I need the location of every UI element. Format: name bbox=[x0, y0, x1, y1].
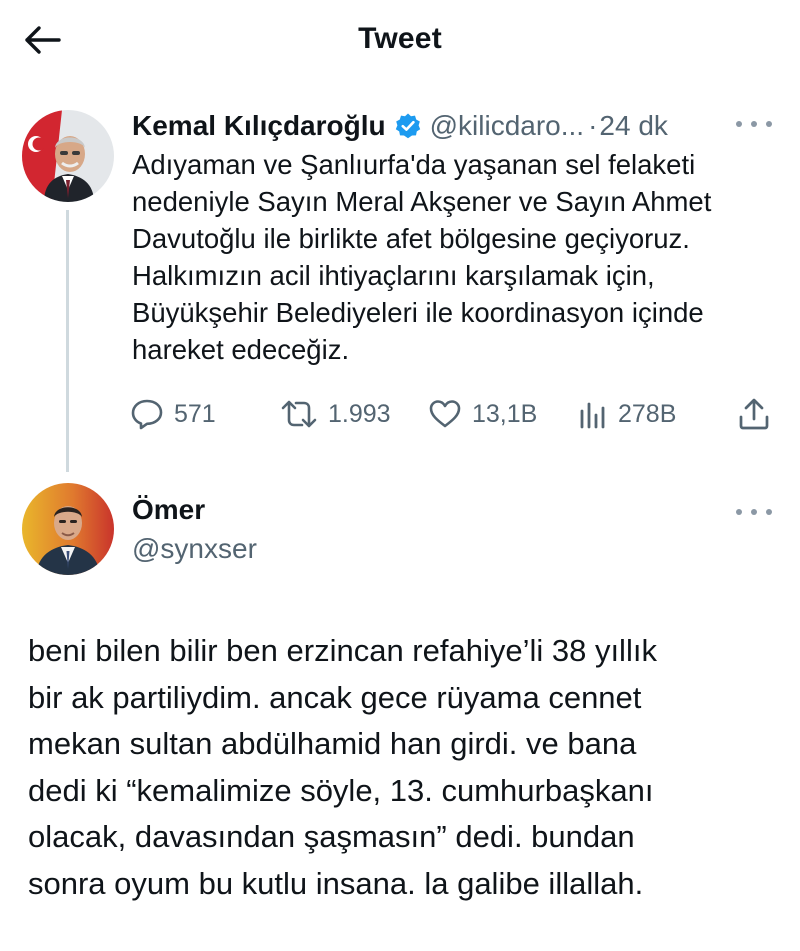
separator-dot: · bbox=[588, 110, 598, 141]
like-button[interactable]: 13,1B bbox=[428, 394, 537, 434]
tweet-text-line: nedeniyle Sayın Meral Akşener ve Sayın A… bbox=[132, 186, 712, 217]
reply-author-avatar[interactable] bbox=[22, 483, 114, 575]
reply-text-line: bir ak partiliydim. ancak gece rüyama ce… bbox=[28, 679, 642, 715]
like-count: 13,1B bbox=[472, 399, 538, 428]
tweet-actions: 571 1.993 13,1B 278B bbox=[130, 394, 775, 434]
thread-connector-line bbox=[66, 210, 69, 472]
tweet-text: Adıyaman ve Şanlıurfa'da yaşanan sel fel… bbox=[132, 146, 782, 368]
verified-badge-icon bbox=[394, 112, 422, 140]
more-dot bbox=[766, 509, 772, 515]
tweet-header: Kemal Kılıçdaroğlu @kilicdaro... · 24 dk bbox=[132, 106, 668, 146]
tweet-text-line: Büyükşehir Belediyeleri ile koordinasyon… bbox=[132, 297, 704, 328]
author-name[interactable]: Kemal Kılıçdaroğlu bbox=[132, 110, 386, 142]
views-button[interactable]: 278B bbox=[578, 394, 676, 434]
reply-text: beni bilen bilir ben erzincan refahiye’l… bbox=[28, 628, 788, 907]
more-dot bbox=[736, 121, 742, 127]
tweet-timestamp[interactable]: 24 dk bbox=[599, 110, 668, 142]
share-icon bbox=[739, 398, 769, 430]
reply-count: 571 bbox=[174, 399, 216, 428]
reply-text-line: beni bilen bilir ben erzincan refahiye’l… bbox=[28, 633, 657, 668]
views-chart-icon bbox=[580, 402, 605, 429]
reply-text-line: mekan sultan abdülhamid han girdi. ve ba… bbox=[28, 726, 637, 761]
reply-text-line: sonra oyum bu kutlu insana. la galibe il… bbox=[28, 865, 644, 901]
retweet-icon bbox=[281, 400, 317, 428]
author-avatar[interactable] bbox=[22, 110, 114, 202]
more-dot bbox=[736, 509, 742, 515]
reply-text-line: olacak, davasından şaşmasın” dedi. bunda… bbox=[28, 819, 635, 854]
author-handle[interactable]: @kilicdaro... bbox=[430, 110, 584, 142]
more-dot bbox=[766, 121, 772, 127]
tweet-more-button[interactable] bbox=[736, 114, 772, 134]
tweet-text-line: Adıyaman ve Şanlıurfa'da yaşanan sel fel… bbox=[132, 149, 696, 180]
share-button[interactable] bbox=[738, 394, 770, 434]
reply-author-name[interactable]: Ömer bbox=[132, 494, 205, 526]
tweet-text-line: hareket edeceğiz. bbox=[132, 334, 350, 365]
retweet-count: 1.993 bbox=[328, 399, 391, 428]
reply-button[interactable]: 571 bbox=[130, 394, 216, 434]
retweet-button[interactable]: 1.993 bbox=[280, 394, 391, 434]
heart-icon bbox=[429, 400, 461, 428]
top-bar: Tweet bbox=[0, 0, 800, 80]
reply-text-line: dedi ki “kemalimize söyle, 13. cumhurbaş… bbox=[28, 772, 654, 808]
more-dot bbox=[751, 121, 757, 127]
views-count: 278B bbox=[618, 399, 677, 428]
reply-icon bbox=[131, 399, 163, 430]
tweet-text-line: Halkımızın acil ihtiyaçlarını karşılamak… bbox=[132, 260, 655, 291]
reply-author-handle[interactable]: @synxser bbox=[132, 533, 257, 565]
more-dot bbox=[751, 509, 757, 515]
tweet-text-line: Davutoğlu ile birlikte afet bölgesine ge… bbox=[132, 223, 690, 254]
page-title: Tweet bbox=[358, 22, 442, 55]
reply-more-button[interactable] bbox=[736, 502, 772, 522]
